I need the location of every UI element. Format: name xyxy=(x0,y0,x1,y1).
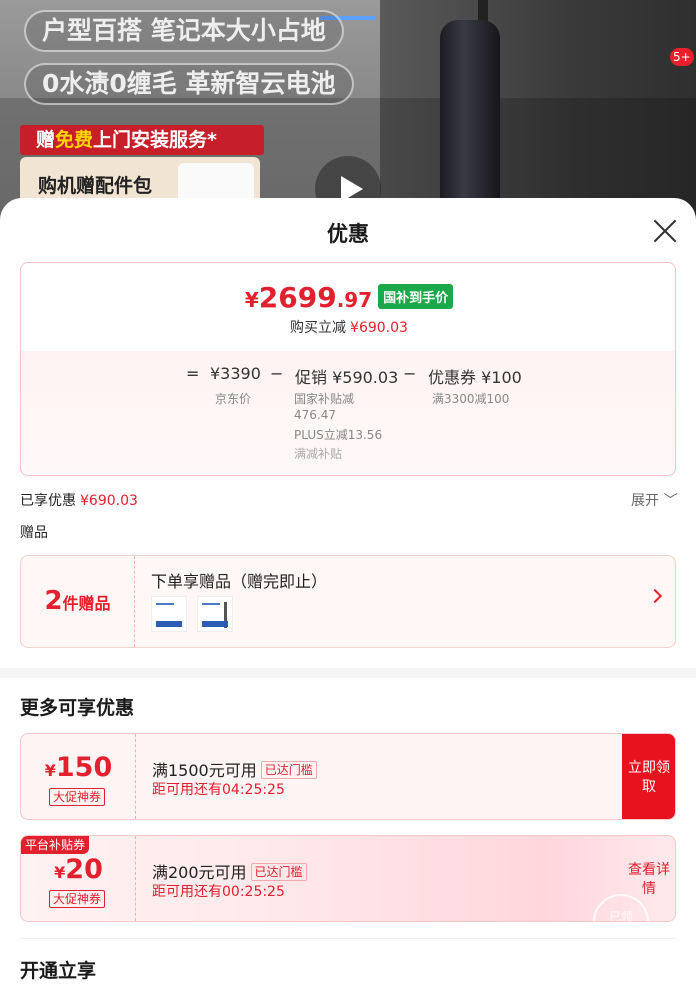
coupon-condition-text: 满1500元可用 xyxy=(152,761,257,780)
price-decimal: .97 xyxy=(336,288,373,312)
coupon-amount: ¥20 xyxy=(21,854,136,885)
coupon-value-area: ¥150 大促神券 xyxy=(21,734,136,819)
coupon-condition-text: 满200元可用 xyxy=(152,863,247,882)
gift-row[interactable]: 2件赠品 下单享赠品（赠完即止） xyxy=(20,555,676,648)
coupon-countdown: 距可用还有00:25:25 xyxy=(152,884,285,900)
threshold-tag: 已达门槛 xyxy=(260,761,317,779)
formula-equals: = xyxy=(186,364,200,383)
service-suffix: 上门安装服务* xyxy=(93,129,217,151)
coupon-condition: 满1500元可用 已达门槛 xyxy=(152,757,317,781)
chevron-right-icon[interactable] xyxy=(647,588,663,604)
gift-count-number: 2 xyxy=(44,586,63,616)
formula-minus: − xyxy=(270,364,284,383)
coupon-card: ¥150 大促神券 满1500元可用 已达门槛 距可用还有04:25:25 立即领… xyxy=(20,733,676,820)
service-free: 免费 xyxy=(55,129,94,151)
gift-thumbnail[interactable] xyxy=(197,596,233,632)
feature-pill-1: 户型百搭 笔记本大小占地 xyxy=(24,10,344,52)
install-service-banner: 赠免费上门安装服务* xyxy=(20,125,264,155)
coupon-condition: 满3300减100 xyxy=(432,392,510,406)
formula-jd-price: ¥3390 xyxy=(210,364,261,383)
close-icon[interactable] xyxy=(652,218,678,244)
enjoyed-discount: 已享优惠 ¥690.03 xyxy=(20,490,138,510)
jd-price-label: 京东价 xyxy=(215,392,252,406)
notification-badge: 5+ xyxy=(670,48,694,66)
formula-promo: 促销 ¥590.03 xyxy=(295,368,399,387)
view-details-button[interactable]: 查看详情 xyxy=(622,836,675,921)
price-currency: ¥ xyxy=(244,288,259,312)
gift-title: 下单享赠品（赠完即止） xyxy=(151,572,328,591)
coupon-value: 150 xyxy=(55,752,113,783)
threshold-tag: 已达门槛 xyxy=(250,863,307,881)
discount-sheet: 优惠 ¥2699.97 国补到手价 购买立减 ¥690.03 = ¥3390 − 促… xyxy=(0,198,696,984)
open-membership-title: 开通立享 xyxy=(20,960,97,982)
service-prefix: 赠 xyxy=(36,129,56,151)
buy-reduce-label: 购买立减 xyxy=(290,320,347,336)
buy-reduce-amount: ¥690.03 xyxy=(350,320,408,336)
coupon-card: ¥20 大促神券 平台补贴券 满200元可用 已达门槛 距可用还有00:25:25… xyxy=(20,835,676,922)
coupon-countdown: 距可用还有04:25:25 xyxy=(152,782,285,798)
formula-minus: − xyxy=(403,364,417,383)
coupon-condition: 满200元可用 已达门槛 xyxy=(152,859,307,883)
coupon-value: 20 xyxy=(65,854,103,885)
gift-count: 2件赠品 xyxy=(21,556,135,647)
feature-pill-2: 0水渍0缠毛 革新智云电池 xyxy=(24,63,354,105)
platform-subsidy-badge: 平台补贴券 xyxy=(21,836,90,854)
gifts-section-label: 赠品 xyxy=(20,525,48,541)
buy-reduce-line: 购买立减 ¥690.03 xyxy=(21,317,675,337)
final-price: ¥2699.97 国补到手价 xyxy=(21,281,675,314)
more-discounts-title: 更多可享优惠 xyxy=(20,697,135,719)
coupon-currency: ¥ xyxy=(44,761,56,780)
sheet-title: 优惠 xyxy=(327,222,369,246)
plus-discount-detail: PLUS立减13.56 xyxy=(294,428,383,442)
coupon-currency: ¥ xyxy=(54,863,66,882)
gift-count-unit: 件赠品 xyxy=(62,594,111,613)
price-breakdown-card: ¥2699.97 国补到手价 购买立减 ¥690.03 = ¥3390 − 促销 ¥… xyxy=(20,262,676,476)
section-divider xyxy=(0,668,696,678)
divider-line xyxy=(20,938,676,939)
enjoyed-label: 已享优惠 xyxy=(20,493,76,509)
other-discount-detail: 满减补贴 xyxy=(294,447,343,461)
price-integer: 2699 xyxy=(258,281,337,314)
coupon-type-tag: 大促神券 xyxy=(49,788,106,806)
enjoyed-amount: ¥690.03 xyxy=(80,493,138,509)
gov-subsidy-tag: 国补到手价 xyxy=(378,284,454,309)
gov-subsidy-detail: 国家补贴减476.47 xyxy=(294,392,355,422)
gift-thumbnail[interactable] xyxy=(151,596,187,632)
coupon-type-tag: 大促神券 xyxy=(49,890,106,908)
coupon-amount: ¥150 xyxy=(21,752,136,783)
claim-coupon-button[interactable]: 立即领取 xyxy=(622,734,675,819)
formula-coupon: 优惠券 ¥100 xyxy=(428,368,522,387)
expand-button[interactable]: 展开 ﹀ xyxy=(631,490,677,510)
